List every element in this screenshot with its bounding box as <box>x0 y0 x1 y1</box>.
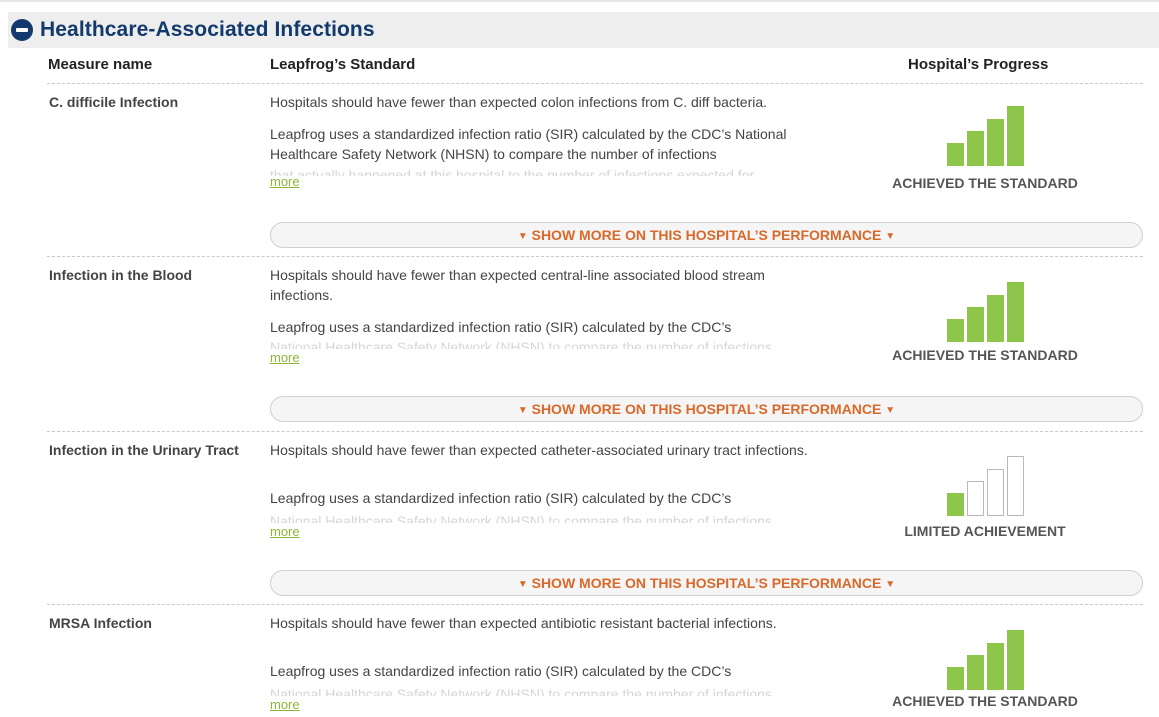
measure-name: MRSA Infection <box>49 615 152 631</box>
more-link[interactable]: more <box>270 174 300 189</box>
more-link[interactable]: more <box>270 524 300 539</box>
progress-bar-1 <box>947 667 964 690</box>
row-divider <box>47 431 1143 432</box>
progress-bar-4 <box>1007 282 1024 342</box>
progress-status: ACHIEVED THE STANDARD <box>892 693 1078 709</box>
standard-detail-faded: National Healthcare Safety Network (NHSN… <box>270 686 772 696</box>
standard-detail: Leapfrog uses a standardized infection r… <box>270 126 787 162</box>
triangle-down-icon: ▼ <box>885 231 896 242</box>
show-more-button[interactable]: ▼ SHOW MORE ON THIS HOSPITAL’S PERFORMAN… <box>270 222 1143 248</box>
show-more-label: SHOW MORE ON THIS HOSPITAL’S PERFORMANCE <box>531 575 882 591</box>
header-divider <box>47 83 1143 84</box>
progress-bar-4 <box>1007 630 1024 690</box>
progress-bar-2 <box>967 481 984 516</box>
measure-name: C. difficile Infection <box>49 94 179 110</box>
top-divider <box>0 0 1159 2</box>
progress-bar-2 <box>967 307 984 342</box>
show-more-label: SHOW MORE ON THIS HOSPITAL’S PERFORMANCE <box>531 227 882 243</box>
progress-bar-3 <box>987 295 1004 342</box>
show-more-label: SHOW MORE ON THIS HOSPITAL’S PERFORMANCE <box>531 401 882 417</box>
measure-name: Infection in the Blood <box>49 267 193 283</box>
standard-detail-faded: National Healthcare Safety Network (NHSN… <box>270 513 772 523</box>
progress-bar-2 <box>967 131 984 166</box>
progress-status: ACHIEVED THE STANDARD <box>892 175 1078 191</box>
show-more-button[interactable]: ▼ SHOW MORE ON THIS HOSPITAL’S PERFORMAN… <box>270 570 1143 596</box>
collapse-icon[interactable] <box>11 19 33 41</box>
progress-bar-1 <box>947 493 964 516</box>
progress-bar-4 <box>1007 106 1024 166</box>
progress-bar-2 <box>967 655 984 690</box>
more-link[interactable]: more <box>270 350 300 365</box>
triangle-down-icon: ▼ <box>517 405 528 416</box>
triangle-down-icon: ▼ <box>885 579 896 590</box>
progress-bar-3 <box>987 119 1004 166</box>
progress-bars-icon <box>947 630 1025 690</box>
row-divider <box>47 256 1143 257</box>
standard-summary: Hospitals should have fewer than expecte… <box>270 442 808 458</box>
progress-bar-4 <box>1007 456 1024 516</box>
standard-detail: Leapfrog uses a standardized infection r… <box>270 319 732 335</box>
standard-detail: Leapfrog uses a standardized infection r… <box>270 663 732 679</box>
triangle-down-icon: ▼ <box>885 405 896 416</box>
standard-summary: Hospitals should have fewer than expecte… <box>270 615 777 631</box>
standard-detail-faded: National Healthcare Safety Network (NHSN… <box>270 339 772 349</box>
triangle-down-icon: ▼ <box>517 231 528 242</box>
column-header-progress: Hospital’s Progress <box>908 56 1049 73</box>
standard-summary: Hospitals should have fewer than expecte… <box>270 267 765 303</box>
measure-name: Infection in the Urinary Tract <box>49 442 239 458</box>
column-header-standard: Leapfrog’s Standard <box>270 56 416 73</box>
progress-bar-1 <box>947 143 964 166</box>
standard-detail-faded: that actually happened at this hospital … <box>270 167 755 176</box>
progress-bar-1 <box>947 319 964 342</box>
progress-status: LIMITED ACHIEVEMENT <box>904 523 1066 539</box>
show-more-button[interactable]: ▼ SHOW MORE ON THIS HOSPITAL’S PERFORMAN… <box>270 396 1143 422</box>
row-divider <box>47 604 1143 605</box>
triangle-down-icon: ▼ <box>517 579 528 590</box>
standard-summary: Hospitals should have fewer than expecte… <box>270 94 768 110</box>
standard-detail: Leapfrog uses a standardized infection r… <box>270 490 732 506</box>
section-header[interactable]: Healthcare-Associated Infections <box>8 12 1159 48</box>
progress-bar-3 <box>987 643 1004 690</box>
section-title: Healthcare-Associated Infections <box>40 18 375 41</box>
progress-bar-3 <box>987 469 1004 516</box>
progress-bars-icon <box>947 456 1025 516</box>
more-link[interactable]: more <box>270 697 300 712</box>
column-header-measure: Measure name <box>48 56 153 73</box>
progress-bars-icon <box>947 106 1025 166</box>
progress-status: ACHIEVED THE STANDARD <box>892 347 1078 363</box>
progress-bars-icon <box>947 282 1025 342</box>
